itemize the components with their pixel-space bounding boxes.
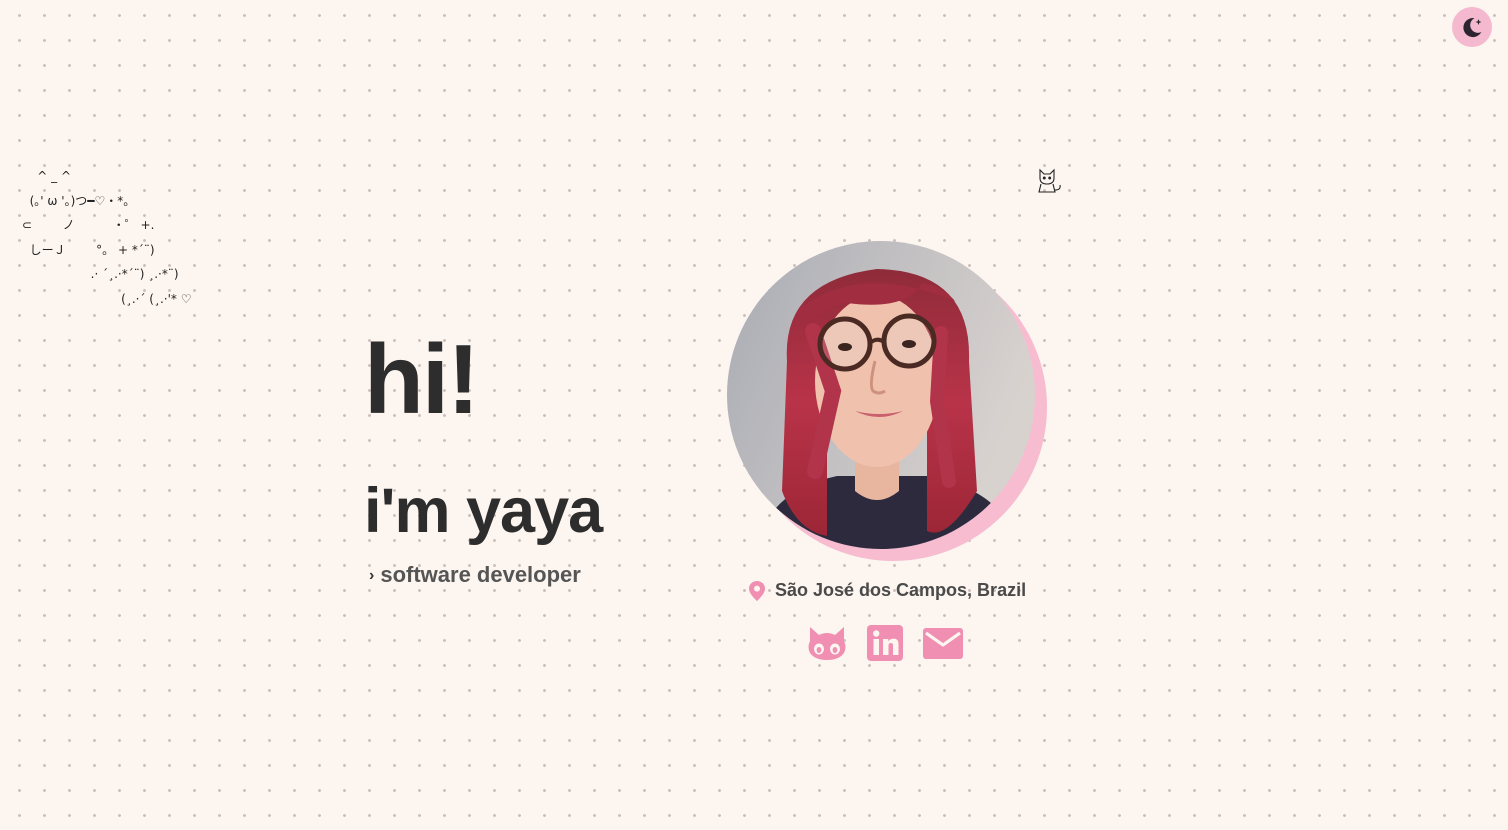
github-icon	[808, 627, 846, 660]
linkedin-link[interactable]	[866, 624, 904, 667]
profile-photo-frame	[727, 241, 1047, 561]
name-heading: i'm yaya	[364, 476, 603, 546]
profile-photo	[727, 241, 1035, 549]
greeting-heading: hi!	[364, 324, 480, 434]
role-subtitle: › software developer	[369, 562, 581, 588]
mail-icon	[923, 628, 963, 659]
github-link[interactable]	[806, 625, 848, 666]
moon-icon	[1463, 18, 1482, 38]
chevron-right-icon: ›	[369, 567, 375, 584]
kaomoji-decoration: ^ _ ^ (｡' ω '｡)つ━♡・*。 ⊂ ノ ・゜ +. しーＪ °。 +…	[22, 169, 192, 306]
location-text: São José dos Campos, Brazil	[775, 580, 1027, 600]
cat-icon	[1038, 168, 1061, 193]
email-link[interactable]	[922, 626, 964, 665]
social-links	[806, 624, 964, 667]
location-row: São José dos Campos, Brazil	[749, 580, 1026, 601]
map-pin-icon	[749, 580, 765, 601]
role-text: software developer	[380, 562, 581, 587]
theme-toggle-button[interactable]	[1452, 7, 1492, 47]
linkedin-icon	[867, 625, 903, 661]
